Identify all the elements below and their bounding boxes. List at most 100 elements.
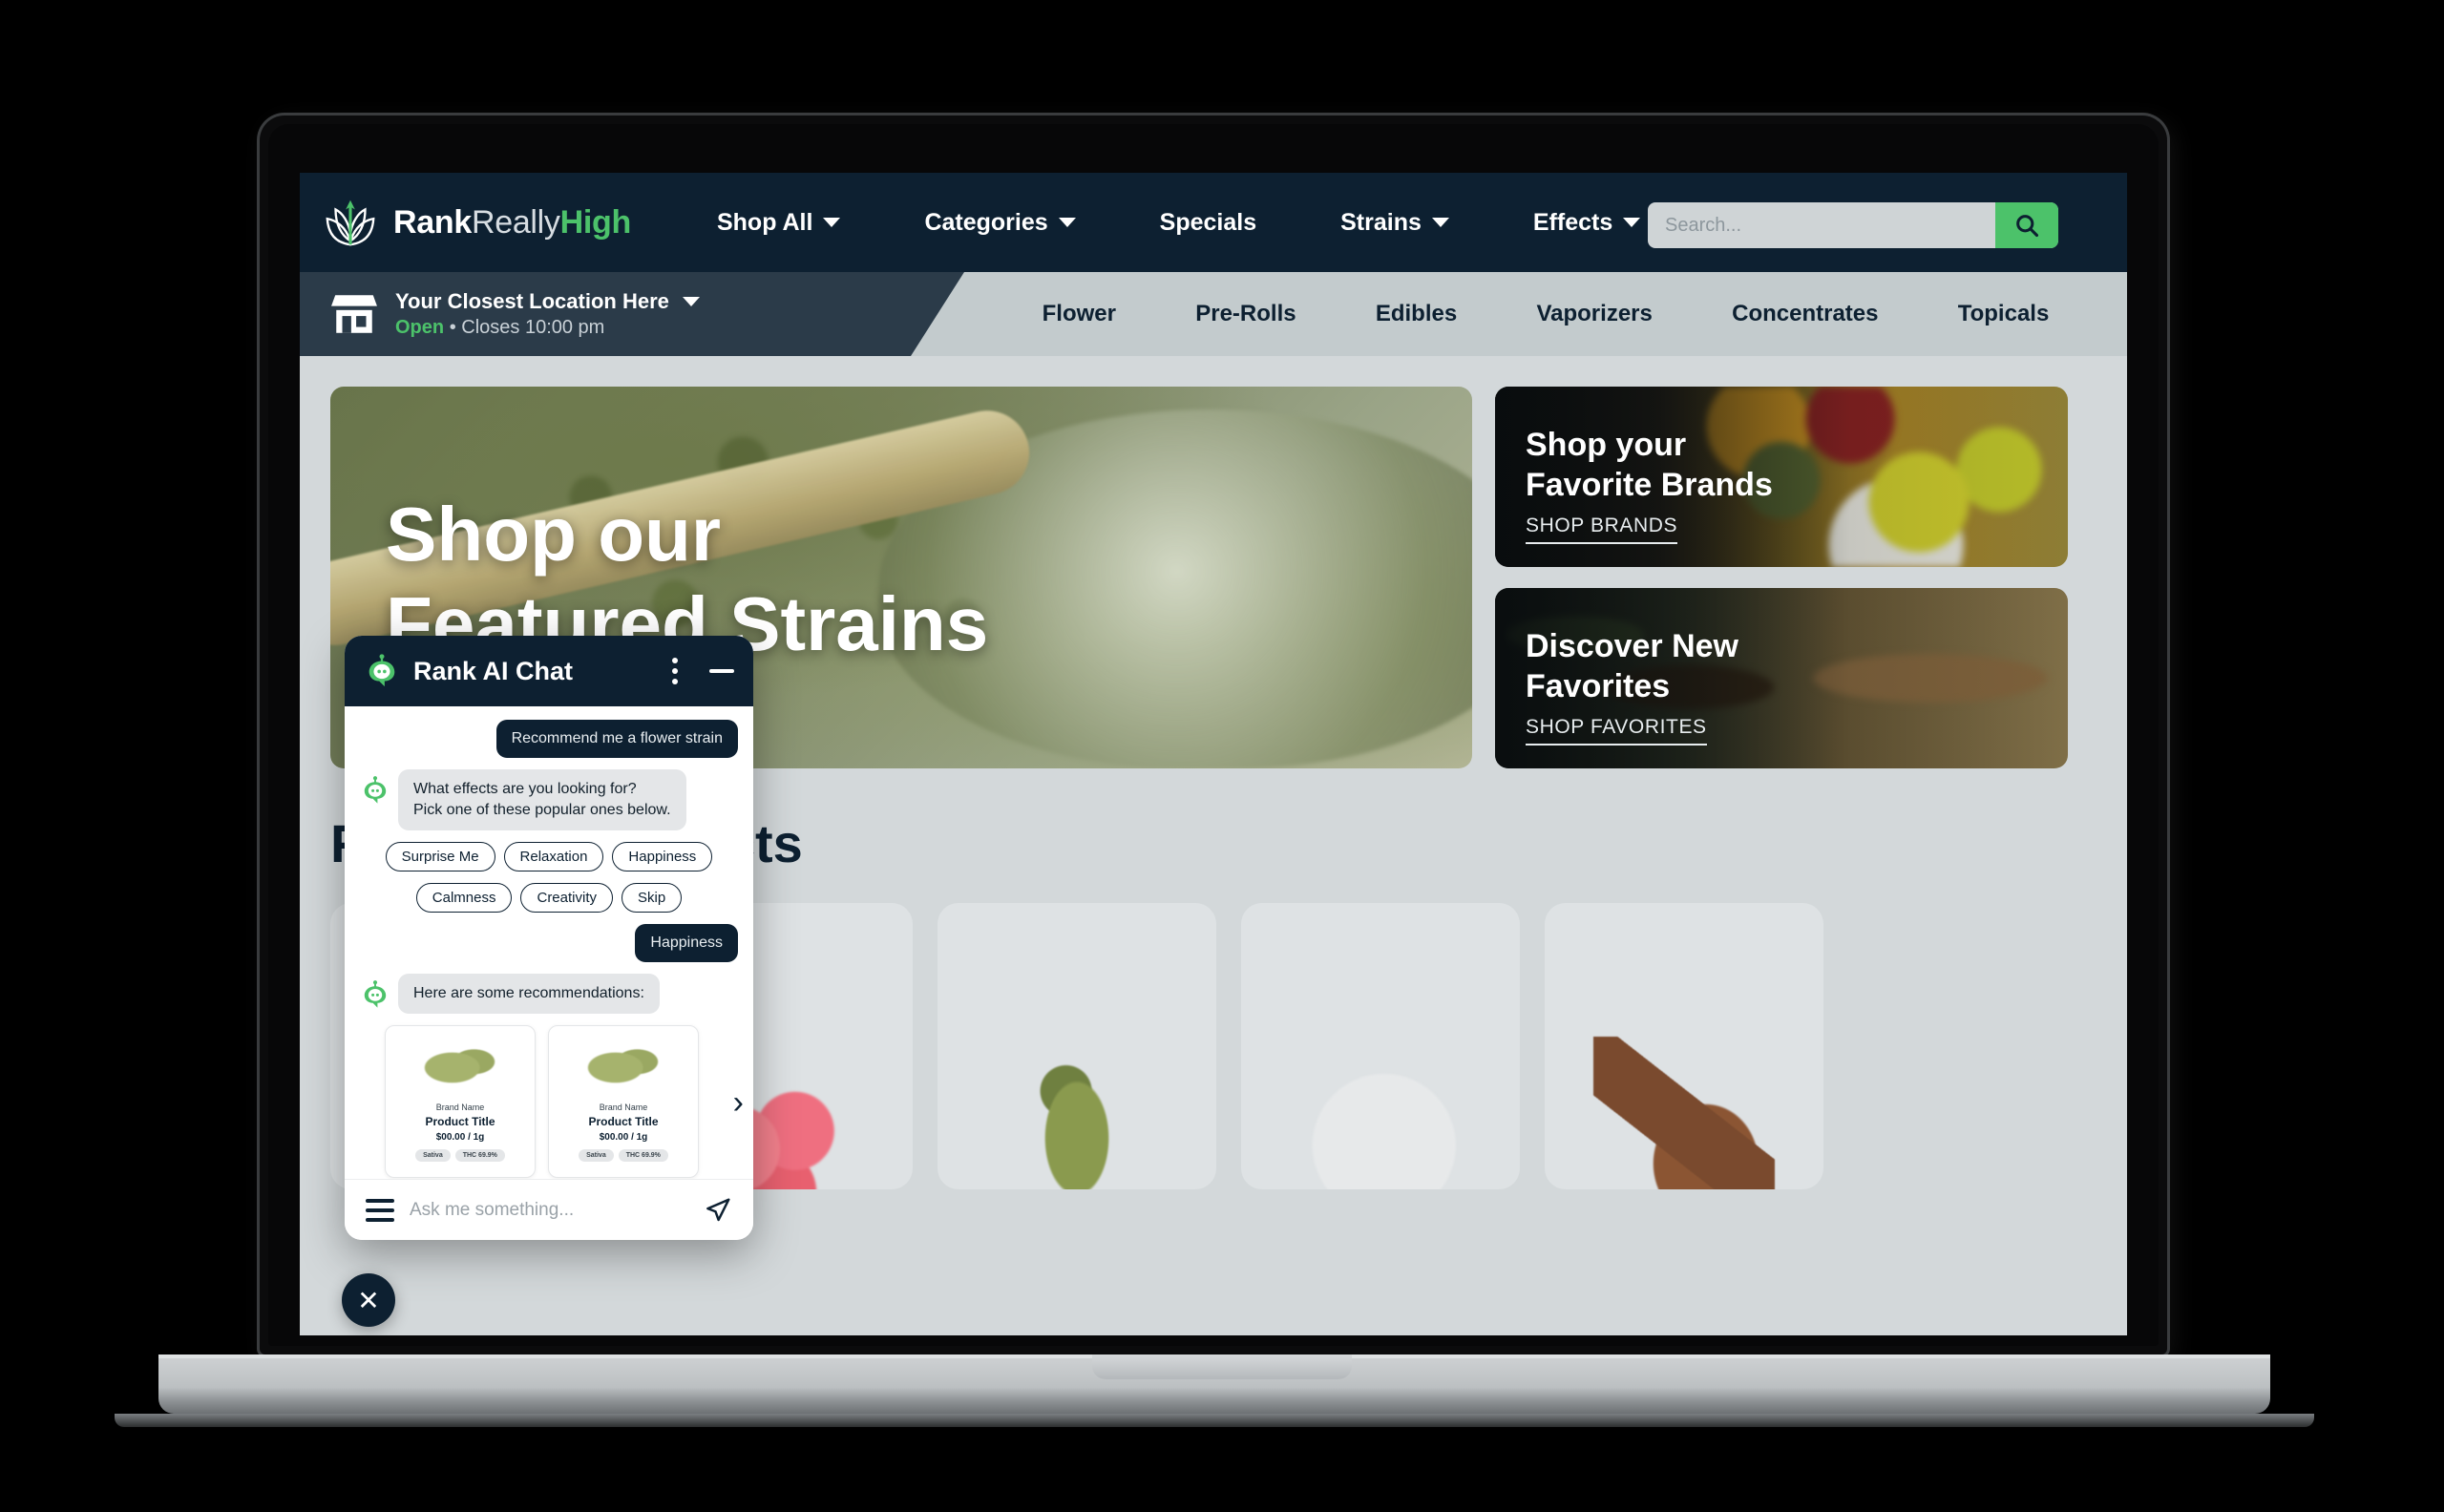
nav-item-strains[interactable]: Strains (1298, 209, 1491, 237)
chevron-down-icon (682, 297, 700, 306)
storefront-icon (330, 290, 378, 338)
search-button[interactable] (1995, 202, 2058, 248)
category-flower[interactable]: Flower (1043, 301, 1116, 327)
thc-badge: THC 69.9% (454, 1149, 505, 1163)
promo-title-line-2: Favorites (1526, 667, 1671, 704)
nav-item-shop-all[interactable]: Shop All (675, 209, 882, 237)
promo-card-brands[interactable]: Shop your Favorite Brands SHOP BRANDS (1495, 387, 2068, 567)
chat-product-card[interactable]: Brand Name Product Title $00.00 / 1g Sat… (548, 1025, 699, 1179)
promo-brands-title: Shop your Favorite Brands (1526, 426, 1773, 505)
chevron-down-icon (1431, 218, 1449, 227)
nav-label: Effects (1532, 208, 1613, 236)
chat-product-title: Product Title (588, 1115, 659, 1129)
bot-recommendations-text: Here are some recommendations: (398, 974, 660, 1015)
laptop-mockup: RankReallyHigh Shop All Categories Speci… (0, 0, 2444, 1512)
chat-message-list: Recommend me a flower strain What effect… (345, 706, 753, 1179)
flower-bud-thumb-icon (411, 1036, 510, 1096)
promo-favorites-body: Discover New Favorites SHOP FAVORITES (1526, 627, 1738, 746)
brand-part-2: Really (471, 203, 560, 241)
chat-message-user-reply: Happiness (360, 924, 738, 963)
hamburger-icon[interactable] (366, 1198, 394, 1222)
promo-brands-body: Shop your Favorite Brands SHOP BRANDS (1526, 426, 1773, 544)
kebab-menu-icon[interactable] (665, 658, 685, 684)
cannabis-leaf-icon (321, 193, 380, 252)
category-edibles[interactable]: Edibles (1376, 301, 1457, 327)
promo-card-favorites[interactable]: Discover New Favorites SHOP FAVORITES (1495, 588, 2068, 768)
primary-nav-links: Shop All Categories Specials Strains Eff… (675, 209, 1682, 237)
bot-bubble-text: What effects are you looking for? Pick o… (398, 769, 686, 831)
promo-title-line-2: Favorite Brands (1526, 466, 1773, 503)
chat-message-user: Recommend me a flower strain (360, 720, 738, 758)
chip-relaxation[interactable]: Relaxation (503, 842, 604, 872)
close-icon[interactable]: ✕ (342, 1273, 395, 1327)
thc-badge: THC 69.9% (618, 1149, 668, 1163)
brand-part-1: Rank (393, 203, 472, 241)
laptop-foot (115, 1414, 2314, 1427)
product-card[interactable] (938, 903, 1216, 1189)
brand-wordmark: RankReallyHigh (393, 204, 631, 242)
send-icon[interactable] (704, 1196, 732, 1225)
nav-item-categories[interactable]: Categories (882, 209, 1117, 237)
promo-title-line-1: Shop your (1526, 427, 1687, 464)
chip-creativity[interactable]: Creativity (520, 883, 613, 914)
search-input[interactable] (1648, 214, 1995, 237)
product-card[interactable] (1545, 903, 1823, 1189)
effect-chips-row-1: Surprise Me Relaxation Happiness (360, 842, 738, 872)
chat-product-badges: Sativa THC 69.9% (415, 1149, 505, 1163)
chip-skip[interactable]: Skip (622, 883, 683, 914)
shop-favorites-link[interactable]: SHOP FAVORITES (1526, 716, 1707, 746)
laptop-notch (1092, 1354, 1352, 1379)
effect-chips-row-2: Calmness Creativity Skip (360, 883, 738, 914)
search-bar (1648, 202, 2058, 248)
ai-chat-widget: Rank AI Chat Recommend me a flower strai… (345, 636, 753, 1240)
nav-item-specials[interactable]: Specials (1118, 209, 1298, 237)
chevron-down-icon (823, 218, 841, 227)
chat-header: Rank AI Chat (345, 636, 753, 706)
nav-label: Strains (1340, 208, 1422, 236)
user-reply-text: Happiness (635, 924, 738, 963)
user-bubble-text: Recommend me a flower strain (495, 720, 738, 758)
chat-title: Rank AI Chat (413, 656, 574, 685)
flower-bud-thumb-icon (986, 1037, 1168, 1189)
chevron-down-icon (1623, 218, 1641, 227)
secondary-nav-bar: Your Closest Location Here Open • Closes… (300, 272, 2127, 356)
status-badge: Open (395, 317, 445, 338)
chip-happiness[interactable]: Happiness (612, 842, 713, 872)
shop-brands-link[interactable]: SHOP BRANDS (1526, 514, 1678, 544)
chevron-right-icon[interactable]: › (733, 1086, 744, 1119)
minimize-icon[interactable] (709, 669, 734, 673)
promo-title-line-1: Discover New (1526, 628, 1738, 665)
chat-product-price: $00.00 / 1g (599, 1132, 648, 1144)
category-pre-rolls[interactable]: Pre-Rolls (1195, 301, 1296, 327)
nav-label: Specials (1159, 208, 1257, 236)
flower-bud-thumb-icon (574, 1036, 673, 1096)
chat-message-bot: What effects are you looking for? Pick o… (360, 769, 738, 831)
brand-logo-link[interactable]: RankReallyHigh (321, 193, 631, 252)
promo-column: Shop your Favorite Brands SHOP BRANDS Di… (1495, 387, 2068, 768)
concentrate-thumb-icon (1290, 1037, 1471, 1189)
product-card[interactable] (1241, 903, 1520, 1189)
chip-surprise-me[interactable]: Surprise Me (385, 842, 495, 872)
category-concentrates[interactable]: Concentrates (1732, 301, 1878, 327)
chat-product-card[interactable]: Brand Name Product Title $00.00 / 1g Sat… (385, 1025, 536, 1179)
category-vaporizers[interactable]: Vaporizers (1536, 301, 1652, 327)
robot-avatar-icon (364, 653, 400, 689)
chevron-down-icon (1058, 218, 1076, 227)
recommendation-carousel: Brand Name Product Title $00.00 / 1g Sat… (360, 1025, 744, 1179)
chat-product-badges: Sativa THC 69.9% (579, 1149, 668, 1163)
location-hours-row: Open • Closes 10:00 pm (395, 317, 700, 339)
hero-title-line-1: Shop our (386, 492, 722, 577)
robot-avatar-icon (360, 775, 390, 806)
chat-input-bar (345, 1179, 753, 1240)
chat-product-price: $00.00 / 1g (435, 1132, 485, 1144)
chocolate-thumb-icon (1593, 1037, 1775, 1189)
location-selector[interactable]: Your Closest Location Here Open • Closes… (300, 272, 964, 356)
nav-label: Shop All (716, 208, 813, 236)
chat-product-brand: Brand Name (435, 1102, 485, 1113)
category-topicals[interactable]: Topicals (1958, 301, 2050, 327)
chat-message-input[interactable] (410, 1199, 688, 1221)
location-label: Your Closest Location Here (395, 289, 669, 313)
status-separator: • (449, 317, 456, 338)
chip-calmness[interactable]: Calmness (415, 883, 513, 914)
brand-part-3: High (559, 203, 632, 241)
